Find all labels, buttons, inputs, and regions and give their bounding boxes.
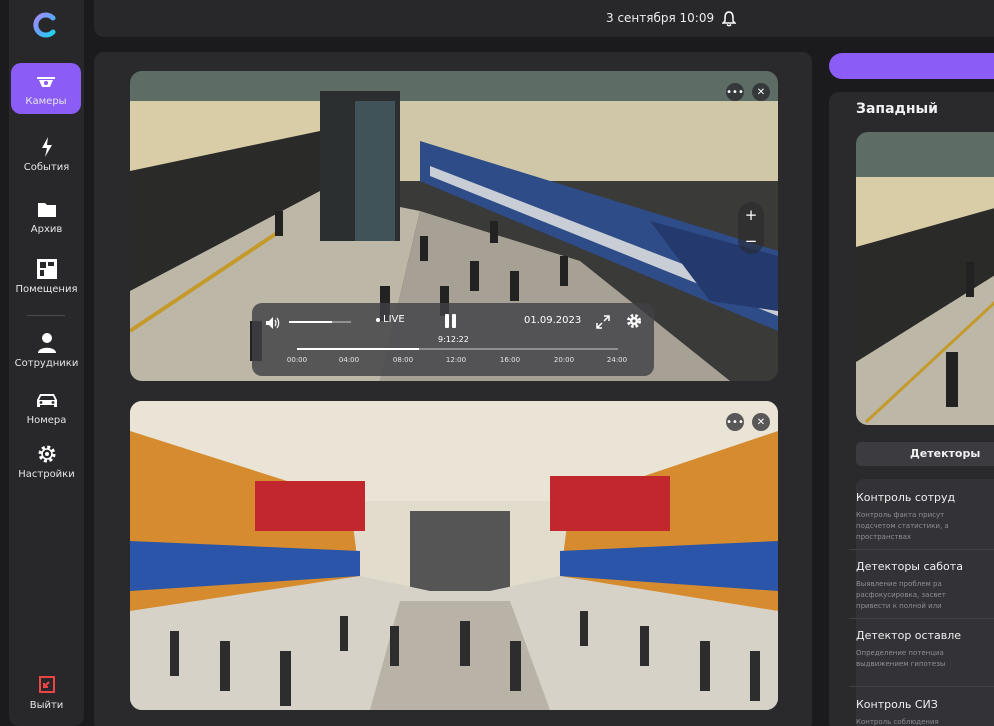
timeline-tick: 08:00 xyxy=(392,356,414,364)
detector-title: Детектор оставле xyxy=(856,629,962,642)
sidebar-item-cameras[interactable]: Камеры xyxy=(11,63,81,114)
detector-description: Выявление проблем ра расфокусировка, засв… xyxy=(856,580,946,610)
timeline-progress xyxy=(297,348,419,350)
sidebar-item-events[interactable]: События xyxy=(9,136,84,173)
timeline-tick: 16:00 xyxy=(499,356,521,364)
sidebar-item-label: Архив xyxy=(30,224,63,235)
detector-title: Детекторы сабота xyxy=(856,560,963,573)
camera-title: Западный xyxy=(856,101,938,117)
sidebar-item-label: Номера xyxy=(26,415,67,426)
more-options-icon[interactable]: ••• xyxy=(726,413,744,431)
camera-feed-2[interactable]: ••• ✕ xyxy=(130,401,778,710)
top-header: 3 сентября 10:09 xyxy=(94,0,994,37)
settings-icon[interactable] xyxy=(626,313,642,329)
playback-date: 01.09.2023 xyxy=(524,315,582,326)
zoom-out-icon[interactable]: − xyxy=(738,228,764,254)
close-icon[interactable]: ✕ xyxy=(752,83,770,101)
timeline-tick: 00:00 xyxy=(286,356,308,364)
bell-icon[interactable] xyxy=(721,11,737,27)
detector-divider xyxy=(849,549,994,550)
sidebar-item-employees[interactable]: Сотрудники xyxy=(9,332,84,369)
volume-icon[interactable] xyxy=(265,315,281,329)
camera-grid-panel: ••• ✕ + − LIVE 01.09.2023 9:12:22 00:00 … xyxy=(94,52,812,726)
gear-icon xyxy=(36,443,58,465)
logout-label: Выйти xyxy=(29,700,64,711)
detector-description: Определение потенциа выдвижением гипотезы xyxy=(856,649,946,668)
more-options-icon[interactable]: ••• xyxy=(726,83,744,101)
sidebar-item-label: Помещения xyxy=(15,284,78,295)
sidebar-item-rooms[interactable]: Помещения xyxy=(9,258,84,295)
sidebar-item-plates[interactable]: Номера xyxy=(9,389,84,426)
camera-feed-1[interactable]: ••• ✕ + − LIVE 01.09.2023 9:12:22 00:00 … xyxy=(130,71,778,381)
folder-icon xyxy=(36,198,58,220)
sidebar-item-settings[interactable]: Настройки xyxy=(9,443,84,480)
volume-level xyxy=(289,321,333,323)
detector-item[interactable]: Контроль сотруд Контроль факта присут под… xyxy=(856,491,994,543)
camera-feed-image xyxy=(130,401,778,710)
lightning-icon xyxy=(36,136,58,158)
camera-preview-image xyxy=(856,132,994,425)
detectors-tab[interactable]: Детекторы xyxy=(856,442,994,466)
timeline-tick: 20:00 xyxy=(553,356,575,364)
detector-description: Контроль соблюдения xyxy=(856,718,939,726)
sidebar-item-archive[interactable]: Архив xyxy=(9,198,84,235)
camera-preview[interactable] xyxy=(856,132,994,425)
playback-time: 9:12:22 xyxy=(438,335,469,344)
logout-icon xyxy=(36,674,58,696)
detector-description: Контроль факта присут подсчетом статистик… xyxy=(856,511,949,541)
pause-icon[interactable] xyxy=(444,313,458,329)
person-icon xyxy=(36,332,58,354)
camera-icon xyxy=(35,71,57,93)
video-player-controls: LIVE 01.09.2023 9:12:22 00:00 04:00 08:0… xyxy=(252,303,654,376)
sidebar-item-label: Камеры xyxy=(25,95,67,107)
car-icon xyxy=(36,389,58,411)
detector-divider xyxy=(849,618,994,619)
detector-title: Контроль сотруд xyxy=(856,491,956,504)
timeline-tick: 04:00 xyxy=(338,356,360,364)
fullscreen-icon[interactable] xyxy=(596,314,610,329)
live-indicator[interactable]: LIVE xyxy=(376,314,405,325)
header-datetime: 3 сентября 10:09 xyxy=(606,11,715,25)
detector-item[interactable]: Контроль СИЗ Контроль соблюдения xyxy=(856,698,994,726)
camera-detail-panel: Западный Детекторы Контроль сотруд Контр… xyxy=(829,92,994,726)
detector-item[interactable]: Детектор оставле Определение потенциа выд… xyxy=(856,629,994,670)
timeline-tick: 24:00 xyxy=(606,356,628,364)
timeline-tick: 12:00 xyxy=(445,356,467,364)
primary-action-button[interactable] xyxy=(829,53,994,79)
zoom-in-icon[interactable]: + xyxy=(738,202,764,228)
timeline-ticks: 00:00 04:00 08:00 12:00 16:00 20:00 24:0… xyxy=(285,356,627,366)
app-logo[interactable] xyxy=(33,12,59,38)
close-icon[interactable]: ✕ xyxy=(752,413,770,431)
sidebar-divider xyxy=(27,315,65,316)
detector-item[interactable]: Детекторы сабота Выявление проблем ра рас… xyxy=(856,560,994,612)
sidebar: Камеры События Архив Помещения Сотрудник… xyxy=(9,0,84,726)
sidebar-item-label: Настройки xyxy=(18,469,75,480)
sidebar-item-label: События xyxy=(23,162,70,173)
timeline-slider[interactable] xyxy=(297,348,618,350)
zoom-controls: + − xyxy=(738,202,764,254)
volume-slider[interactable] xyxy=(289,321,351,323)
logout-button[interactable]: Выйти xyxy=(9,674,84,711)
app-root: Камеры События Архив Помещения Сотрудник… xyxy=(0,0,994,726)
floorplan-icon xyxy=(36,258,58,280)
detector-divider xyxy=(849,686,994,687)
sidebar-item-label: Сотрудники xyxy=(14,358,79,369)
detector-title: Контроль СИЗ xyxy=(856,698,938,711)
